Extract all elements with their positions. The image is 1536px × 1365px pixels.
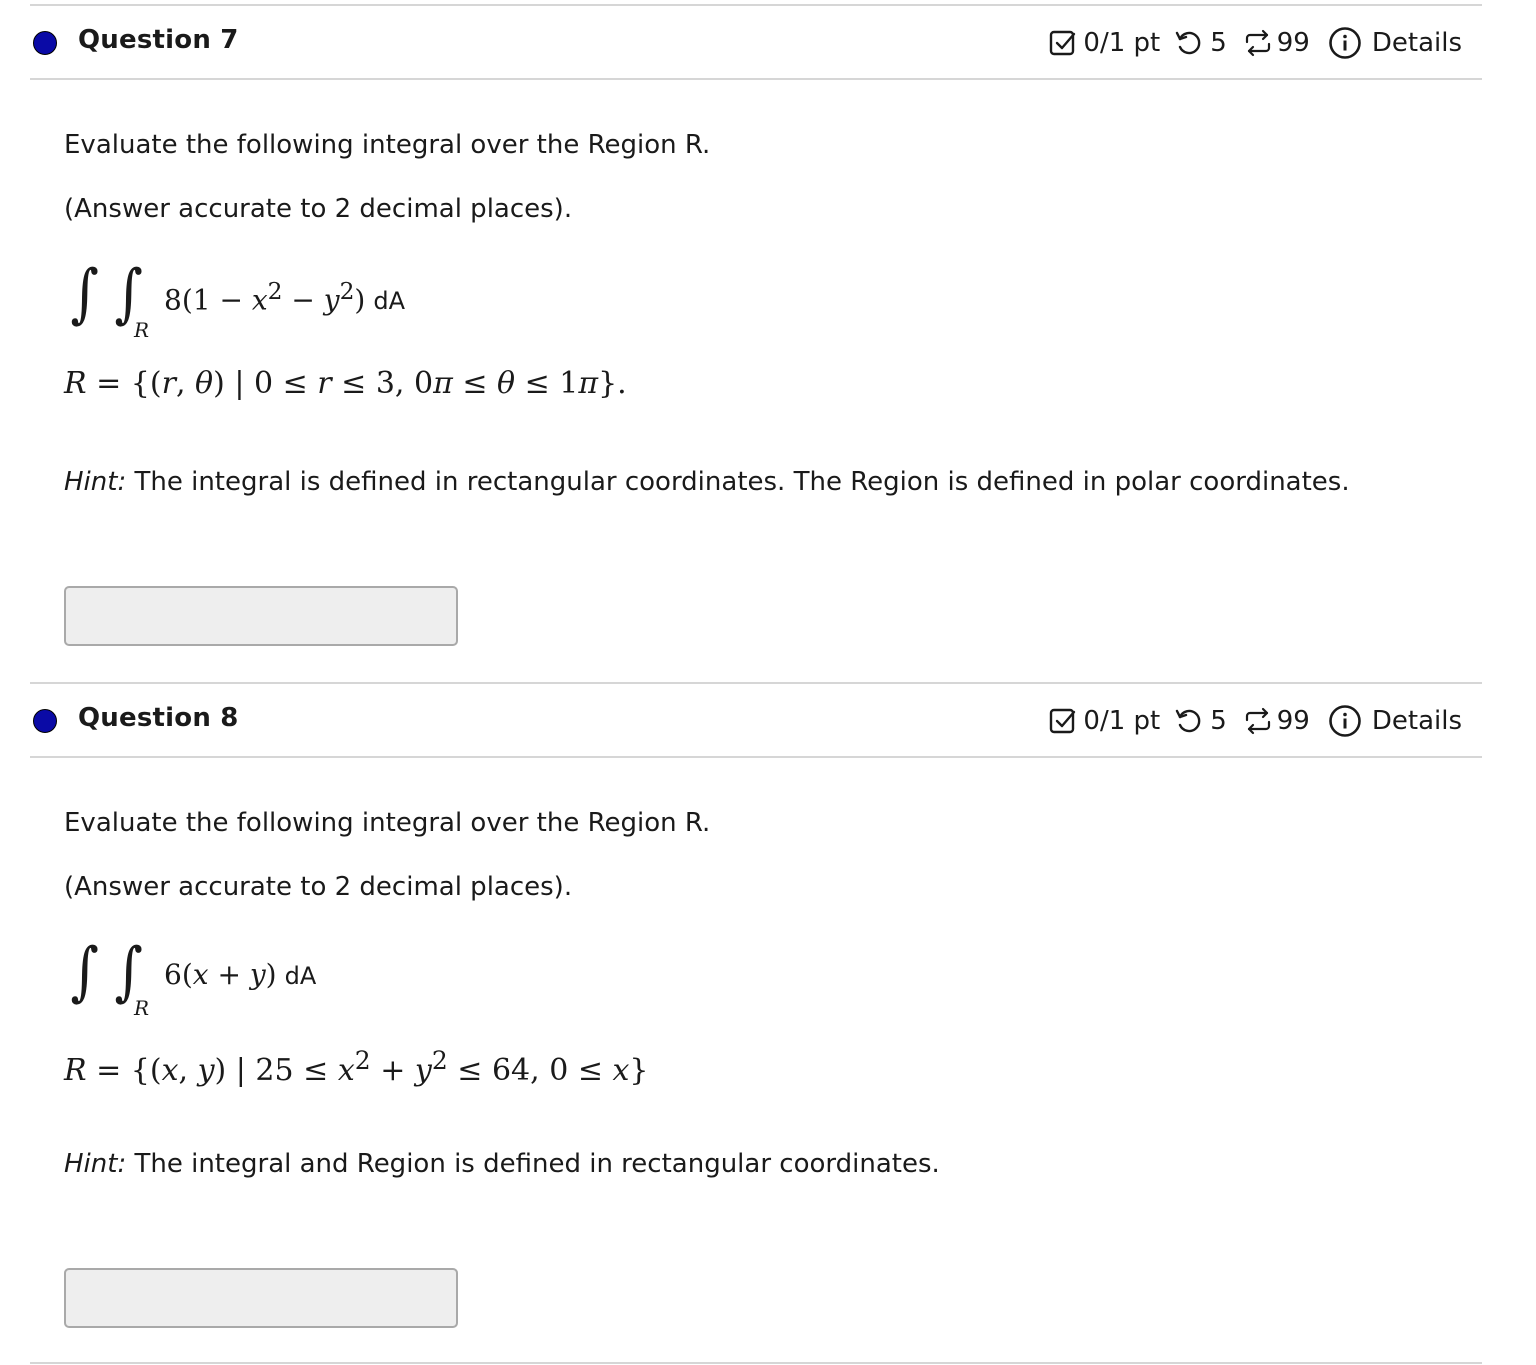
region-symbol: R: [64, 366, 87, 401]
info-icon[interactable]: [1328, 26, 1362, 60]
region-var-y: y: [197, 1053, 215, 1088]
details-link[interactable]: Details: [1372, 706, 1462, 736]
accuracy-note: (Answer accurate to 2 decimal places).: [64, 872, 573, 902]
score-label: 0/1 pt: [1083, 706, 1161, 736]
region-definition: R = {(x, y) | 25 ≤ x2 + y2 ≤ 64, 0 ≤ x}: [64, 1046, 649, 1088]
region-var-x: x: [337, 1053, 355, 1088]
answer-input[interactable]: [64, 1268, 458, 1328]
hint: Hint: The integral is defined in rectang…: [64, 467, 1350, 497]
question-prompt: Evaluate the following integral over the…: [64, 130, 711, 160]
region-text: ≤ 1: [515, 366, 579, 401]
region-text: ≤: [452, 366, 498, 401]
region-equals: = {(: [86, 1053, 162, 1088]
region-pi: π: [433, 366, 453, 401]
region-text: ≤ 3, 0: [331, 366, 434, 401]
integral-sign-inner: ∫: [114, 935, 143, 1009]
region-var-theta: θ: [497, 366, 516, 401]
answer-input[interactable]: [64, 586, 458, 646]
integrand-var-y: y: [323, 283, 340, 317]
question-status-dot: [33, 709, 57, 733]
hint: Hint: The integral and Region is defined…: [64, 1149, 940, 1179]
hint-label: Hint:: [64, 467, 127, 497]
region-definition: R = {(r, θ) | 0 ≤ r ≤ 3, 0π ≤ θ ≤ 1π}.: [64, 366, 627, 401]
question-title: Question 8: [78, 703, 239, 733]
score-checkbox-icon: [1049, 29, 1077, 57]
question-meta: 0/1 pt 5 99 Details: [1049, 26, 1462, 60]
hint-text: The integral is defined in rectangular c…: [126, 467, 1350, 497]
region-var-r: r: [161, 366, 176, 401]
region-var-theta: θ: [195, 366, 214, 401]
integrand-var-y: y: [249, 958, 266, 991]
question-prompt: Evaluate the following integral over the…: [64, 808, 711, 838]
integral-region-subscript: R: [134, 318, 150, 342]
region-var-x: x: [612, 1053, 630, 1088]
integral-region-subscript: R: [134, 996, 150, 1020]
integral-sign-inner: ∫: [114, 257, 143, 331]
region-comma: ,: [175, 366, 196, 401]
integrand-close: ): [354, 283, 366, 317]
region-pi: π: [578, 366, 599, 401]
integral-sign-outer: ∫: [70, 935, 99, 1009]
integrand-var-x: x: [192, 958, 209, 991]
retry-arrows-icon: [1243, 29, 1273, 57]
accuracy-note: (Answer accurate to 2 decimal places).: [64, 194, 573, 224]
question-header: Question 7 0/1 pt 5 99 Details: [30, 4, 1482, 80]
integrand-coefficient: 8: [164, 283, 182, 317]
retry-arrows-icon: [1243, 707, 1273, 735]
question-header: Question 8 0/1 pt 5 99 Details: [30, 682, 1482, 758]
integrand-close: ): [265, 958, 277, 991]
region-end: }.: [598, 366, 627, 401]
region-end: }: [629, 1053, 649, 1088]
info-icon[interactable]: [1328, 704, 1362, 738]
integrand-open: (1 −: [181, 283, 252, 317]
region-text: ≤ 64, 0 ≤: [447, 1053, 613, 1088]
tries-count: 99: [1276, 28, 1310, 58]
region-equals: = {(: [86, 366, 162, 401]
integrand-exp-x: 2: [267, 277, 283, 305]
question-meta: 0/1 pt 5 99 Details: [1049, 704, 1462, 738]
differential-area: dA: [284, 962, 317, 990]
region-comma: ,: [178, 1053, 198, 1088]
integrand: 8(1 − x2 − y2) dA: [164, 277, 405, 316]
question-status-dot: [33, 31, 57, 55]
region-exp: 2: [431, 1046, 448, 1075]
region-exp: 2: [354, 1046, 371, 1075]
hint-text: The integral and Region is defined in re…: [126, 1149, 940, 1179]
integrand: 6(x + y) dA: [164, 958, 316, 991]
region-text: +: [370, 1053, 415, 1088]
integrand-var-x: x: [251, 283, 268, 317]
bottom-divider: [30, 1362, 1482, 1364]
hint-label: Hint:: [64, 1149, 127, 1179]
region-symbol: R: [64, 1053, 87, 1088]
score-label: 0/1 pt: [1083, 28, 1161, 58]
integrand-coefficient: 6(: [164, 958, 193, 991]
attempts-count: 5: [1210, 28, 1227, 58]
integral-sign-outer: ∫: [70, 257, 99, 331]
score-checkbox-icon: [1049, 707, 1077, 735]
region-var-y: y: [414, 1053, 432, 1088]
question-title: Question 7: [78, 25, 239, 55]
integrand-exp-y: 2: [339, 277, 355, 305]
region-text: ) | 25 ≤: [214, 1053, 338, 1088]
integrand-minus: −: [282, 283, 324, 317]
attempts-undo-icon: [1174, 29, 1202, 57]
region-var-x: x: [161, 1053, 179, 1088]
details-link[interactable]: Details: [1372, 28, 1462, 58]
tries-count: 99: [1276, 706, 1310, 736]
region-var-r: r: [317, 366, 332, 401]
differential-area: dA: [373, 287, 405, 316]
integrand-plus: +: [208, 958, 250, 991]
attempts-undo-icon: [1174, 707, 1202, 735]
attempts-count: 5: [1210, 706, 1227, 736]
region-text: ) | 0 ≤: [213, 366, 318, 401]
